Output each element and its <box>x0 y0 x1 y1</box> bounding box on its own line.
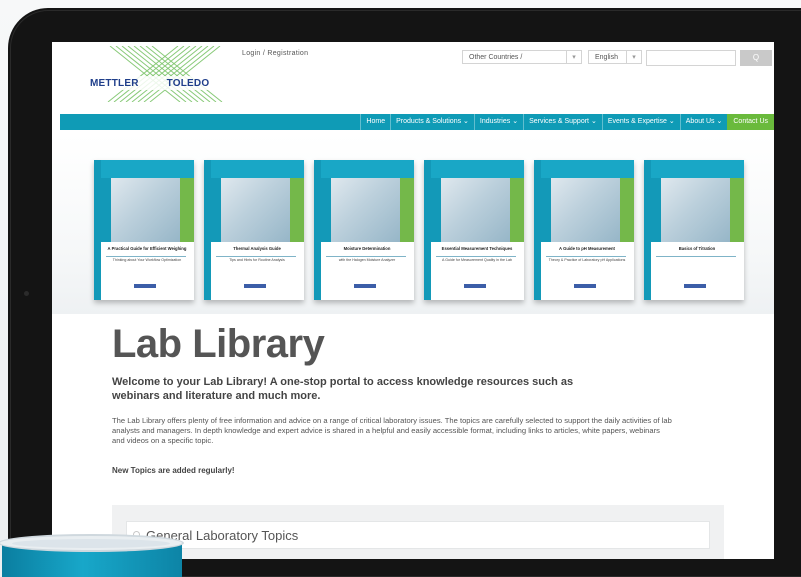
page-title: Lab Library <box>112 322 325 366</box>
guide-book[interactable]: Thermal Analysis Guide Tips and Hints fo… <box>204 160 304 300</box>
nav-contact-us[interactable]: Contact Us <box>727 114 774 130</box>
description-paragraph: The Lab Library offers plenty of free in… <box>112 416 672 445</box>
book-logo-mark <box>134 284 156 288</box>
book-spine <box>534 160 541 300</box>
search-input[interactable] <box>646 50 736 66</box>
book-cover-image <box>441 178 524 242</box>
book-rule <box>656 256 736 257</box>
guide-book[interactable]: A Practical Guide for Efficient Weighing… <box>94 160 194 300</box>
book-subtitle: with the Halogen Moisture Analyzer <box>338 258 396 262</box>
camera-icon <box>24 291 29 296</box>
book-side-block <box>431 178 441 242</box>
mug-rim <box>0 534 184 552</box>
nav-services-support[interactable]: Services & Support ⌄ <box>523 114 602 130</box>
logo-text-left: METTLER <box>90 78 139 89</box>
book-cover-accent <box>400 178 414 242</box>
country-select-value: Other Countries / <box>469 54 523 61</box>
book-cover-image <box>221 178 304 242</box>
book-side-block <box>651 178 661 242</box>
book-cover-accent <box>620 178 634 242</box>
book-spine <box>94 160 101 300</box>
book-cover-accent <box>510 178 524 242</box>
book-header <box>541 160 634 178</box>
tablet-frame: METTLER TOLEDO Login / Registration Other… <box>8 8 801 577</box>
book-title: Thermal Analysis Guide <box>233 246 281 251</box>
book-logo-mark <box>244 284 266 288</box>
chevron-down-icon: ▾ <box>626 51 641 63</box>
tablet-screen: METTLER TOLEDO Login / Registration Other… <box>52 42 774 559</box>
guide-book[interactable]: A Guide to pH Measurement Theory & Pract… <box>534 160 634 300</box>
lab-library-banner: A Practical Guide for Efficient Weighing… <box>52 134 774 314</box>
search-icon: Q <box>752 53 760 62</box>
accordion-item-general-laboratory-topics[interactable]: General Laboratory Topics <box>126 521 710 549</box>
book-header <box>321 160 414 178</box>
country-select[interactable]: Other Countries / ▾ <box>462 50 582 64</box>
book-header <box>651 160 744 178</box>
chevron-down-icon: ▾ <box>566 51 581 63</box>
book-spine <box>314 160 321 300</box>
book-rule <box>216 256 296 257</box>
book-rule <box>436 256 516 257</box>
book-rule <box>326 256 406 257</box>
book-cover-image <box>551 178 634 242</box>
book-cover-accent <box>290 178 304 242</box>
book-spine <box>644 160 651 300</box>
book-cover-image <box>331 178 414 242</box>
book-title: Essential Measurement Techniques <box>441 246 513 251</box>
guide-book[interactable]: Moisture Determination with the Halogen … <box>314 160 414 300</box>
site-header: METTLER TOLEDO Login / Registration Other… <box>52 42 774 110</box>
nav-items: Home Products & Solutions ⌄ Industries ⌄… <box>360 114 774 130</box>
new-topics-note: New Topics are added regularly! <box>112 466 235 475</box>
nav-products-solutions[interactable]: Products & Solutions ⌄ <box>390 114 474 130</box>
book-header <box>431 160 524 178</box>
logo-mark-icon <box>90 45 236 103</box>
guide-book[interactable]: Basics of Titration <box>644 160 744 300</box>
language-select[interactable]: English ▾ <box>588 50 642 64</box>
book-subtitle: Tips and Hints for Routine Analysis <box>229 258 285 262</box>
book-title: Moisture Determination <box>343 246 391 251</box>
book-side-block <box>321 178 331 242</box>
topics-accordion: General Laboratory Topics <box>112 505 724 559</box>
main-nav: Home Products & Solutions ⌄ Industries ⌄… <box>60 114 774 130</box>
book-subtitle: Theory & Practice of Laboratory pH Appli… <box>548 258 626 262</box>
book-title: A Practical Guide for Efficient Weighing <box>107 246 187 251</box>
book-logo-mark <box>464 284 486 288</box>
book-logo-mark <box>574 284 596 288</box>
book-header <box>211 160 304 178</box>
nav-about-us[interactable]: About Us ⌄ <box>679 114 728 130</box>
guide-book[interactable]: Essential Measurement Techniques A Guide… <box>424 160 524 300</box>
nav-events-expertise[interactable]: Events & Expertise ⌄ <box>601 114 680 130</box>
book-title: A Guide to pH Measurement <box>559 246 615 251</box>
book-cover-image <box>661 178 744 242</box>
logo-text-right: TOLEDO <box>166 78 210 89</box>
language-select-value: English <box>595 54 618 61</box>
intro-text: Welcome to your Lab Library! A one-stop … <box>112 376 574 402</box>
book-subtitle: Thinking about Your Workflow Optimizatio… <box>112 258 182 262</box>
book-header <box>101 160 194 178</box>
nav-home[interactable]: Home <box>360 114 390 130</box>
mettler-toledo-logo[interactable]: METTLER TOLEDO <box>90 45 236 103</box>
book-spine <box>424 160 431 300</box>
book-side-block <box>211 178 221 242</box>
book-rule <box>546 256 626 257</box>
book-cover-accent <box>180 178 194 242</box>
logo-text: METTLER TOLEDO <box>90 78 209 89</box>
coffee-mug <box>0 534 184 577</box>
login-link[interactable]: Login / Registration <box>242 50 308 57</box>
search-button[interactable]: Q <box>740 50 772 66</box>
nav-industries[interactable]: Industries ⌄ <box>473 114 523 130</box>
book-rule <box>106 256 186 257</box>
book-cover-image <box>111 178 194 242</box>
book-logo-mark <box>354 284 376 288</box>
book-spine <box>204 160 211 300</box>
book-title: Basics of Titration <box>678 246 716 251</box>
book-side-block <box>101 178 111 242</box>
book-subtitle: A Guide for Measurement Quality in the L… <box>442 258 512 262</box>
book-side-block <box>541 178 551 242</box>
book-logo-mark <box>684 284 706 288</box>
book-cover-accent <box>730 178 744 242</box>
